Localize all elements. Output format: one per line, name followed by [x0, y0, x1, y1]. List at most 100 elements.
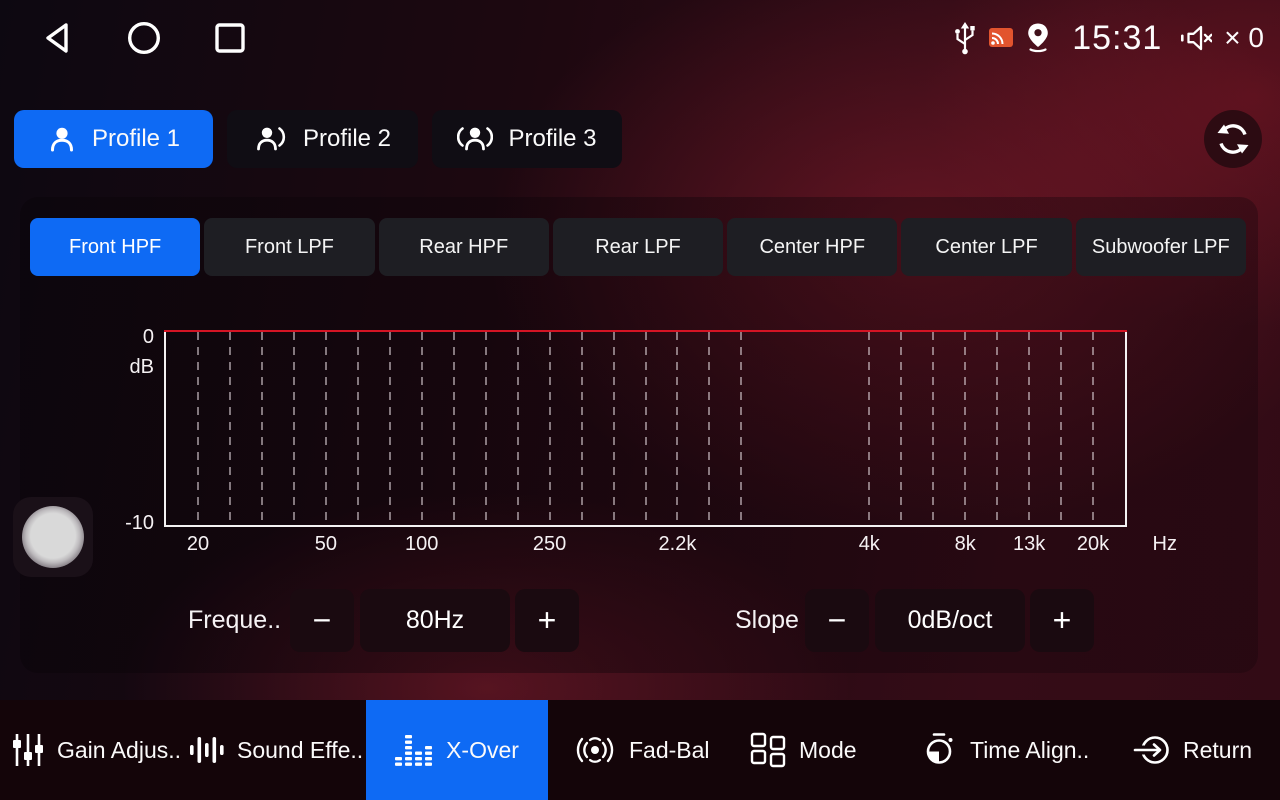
- nav-gain-adjust[interactable]: Gain Adjus..: [12, 700, 181, 800]
- frequency-label: Freque..: [188, 589, 281, 652]
- nav-sound-effects[interactable]: Sound Effe..: [188, 700, 363, 800]
- nav-return[interactable]: Return: [1132, 700, 1252, 800]
- recents-icon[interactable]: [214, 22, 246, 54]
- return-arrow-icon: [1132, 733, 1170, 767]
- tab-rear-hpf[interactable]: Rear HPF: [379, 218, 549, 276]
- x-tick-label: 50: [315, 533, 337, 556]
- gridline: [964, 332, 966, 525]
- x-axis-unit: Hz: [1153, 533, 1177, 556]
- profile-label: Profile 3: [508, 125, 596, 153]
- tab-subwoofer-lpf[interactable]: Subwoofer LPF: [1076, 218, 1246, 276]
- gridline: [900, 332, 902, 525]
- volume-level: × 0: [1224, 22, 1264, 54]
- back-icon[interactable]: [40, 21, 74, 55]
- slope-label: Slope: [735, 589, 799, 652]
- x-tick-label: 13k: [1013, 533, 1045, 556]
- squares-grid-icon: [750, 732, 786, 768]
- nav-label: Return: [1183, 737, 1252, 764]
- location-icon: [1024, 22, 1052, 54]
- gridline: [357, 332, 359, 525]
- gridline: [868, 332, 870, 525]
- nav-time-align[interactable]: Time Align..: [921, 700, 1089, 800]
- bottom-nav-bar: Gain Adjus.. Sound Effe..: [0, 700, 1280, 800]
- nav-mode[interactable]: Mode: [750, 700, 857, 800]
- sync-icon: [1215, 121, 1251, 157]
- nav-label: Fad-Bal: [629, 737, 710, 764]
- gridline: [325, 332, 327, 525]
- knob-icon: [22, 506, 84, 568]
- nav-x-over[interactable]: X-Over: [366, 700, 548, 800]
- clock: 15:31: [1072, 19, 1162, 58]
- slope-plus-button[interactable]: +: [1030, 589, 1094, 652]
- speaker-waves-icon: [574, 732, 616, 768]
- tab-rear-lpf[interactable]: Rear LPF: [553, 218, 723, 276]
- usb-icon: [952, 20, 978, 56]
- android-nav-bar: [40, 0, 246, 76]
- nav-label: X-Over: [446, 737, 519, 764]
- y-axis-unit: dB: [118, 356, 154, 379]
- x-tick-label: 4k: [859, 533, 880, 556]
- gridline: [645, 332, 647, 525]
- head-unit-screen: 15:31 × 0 Profile 1 Profile: [0, 0, 1280, 800]
- cast-icon: [988, 27, 1014, 49]
- x-tick-label: 100: [405, 533, 438, 556]
- tab-front-lpf[interactable]: Front LPF: [204, 218, 374, 276]
- status-icons: 15:31 × 0: [952, 0, 1264, 76]
- profile-3-button[interactable]: Profile 3: [432, 110, 622, 168]
- tab-front-hpf[interactable]: Front HPF: [30, 218, 200, 276]
- nav-fad-bal[interactable]: Fad-Bal: [574, 700, 710, 800]
- waveform-icon: [188, 732, 224, 768]
- profile-1-button[interactable]: Profile 1: [14, 110, 213, 168]
- x-tick-label: 8k: [955, 533, 976, 556]
- chart-gridlines: [166, 332, 1125, 525]
- gridline: [485, 332, 487, 525]
- nav-label: Gain Adjus..: [57, 737, 181, 764]
- profile-label: Profile 2: [303, 125, 391, 153]
- x-axis-labels: 20 50 100 250 2.2k 4k 8k 13k 20k: [166, 525, 1125, 559]
- gridline: [708, 332, 710, 525]
- gridline: [740, 332, 742, 525]
- x-tick-label: 2.2k: [659, 533, 697, 556]
- profile-2-button[interactable]: Profile 2: [227, 110, 418, 168]
- x-tick-label: 250: [533, 533, 566, 556]
- slope-minus-button[interactable]: −: [805, 589, 869, 652]
- filter-tabs: Front HPF Front LPF Rear HPF Rear LPF Ce…: [30, 218, 1246, 276]
- gridline: [517, 332, 519, 525]
- person-icon: [47, 124, 77, 154]
- gridline: [549, 332, 551, 525]
- volume-knob-button[interactable]: [13, 497, 93, 577]
- person-wave-icon: [254, 124, 288, 154]
- home-icon[interactable]: [126, 20, 162, 56]
- gridline: [453, 332, 455, 525]
- volume-muted-icon[interactable]: [1180, 24, 1212, 52]
- gridline: [676, 332, 678, 525]
- sync-profiles-button[interactable]: [1204, 110, 1262, 168]
- gridline: [996, 332, 998, 525]
- person-waves-icon: [457, 124, 493, 154]
- profile-label: Profile 1: [92, 125, 180, 153]
- slope-value: 0dB/oct: [875, 589, 1025, 652]
- frequency-minus-button[interactable]: −: [290, 589, 354, 652]
- mixer-sliders-icon: [12, 732, 44, 768]
- frequency-response-chart: 0 dB -10 20501002502.2k4k8k13k20k Hz: [164, 330, 1127, 527]
- gridline: [1092, 332, 1094, 525]
- x-tick-label: 20: [187, 533, 209, 556]
- nav-label: Mode: [799, 737, 857, 764]
- gridline: [197, 332, 199, 525]
- tab-center-lpf[interactable]: Center LPF: [901, 218, 1071, 276]
- y-tick-label: 0: [126, 326, 154, 349]
- gridline: [421, 332, 423, 525]
- equalizer-bars-icon: [395, 732, 433, 768]
- nav-label: Time Align..: [970, 737, 1089, 764]
- gridline: [932, 332, 934, 525]
- gridline: [261, 332, 263, 525]
- frequency-plus-button[interactable]: +: [515, 589, 579, 652]
- gridline: [613, 332, 615, 525]
- tab-center-hpf[interactable]: Center HPF: [727, 218, 897, 276]
- gridline: [389, 332, 391, 525]
- y-tick-label: -10: [112, 512, 154, 535]
- nav-label: Sound Effe..: [237, 737, 363, 764]
- stopwatch-icon: [921, 732, 957, 768]
- gridline: [229, 332, 231, 525]
- x-tick-label: 20k: [1077, 533, 1109, 556]
